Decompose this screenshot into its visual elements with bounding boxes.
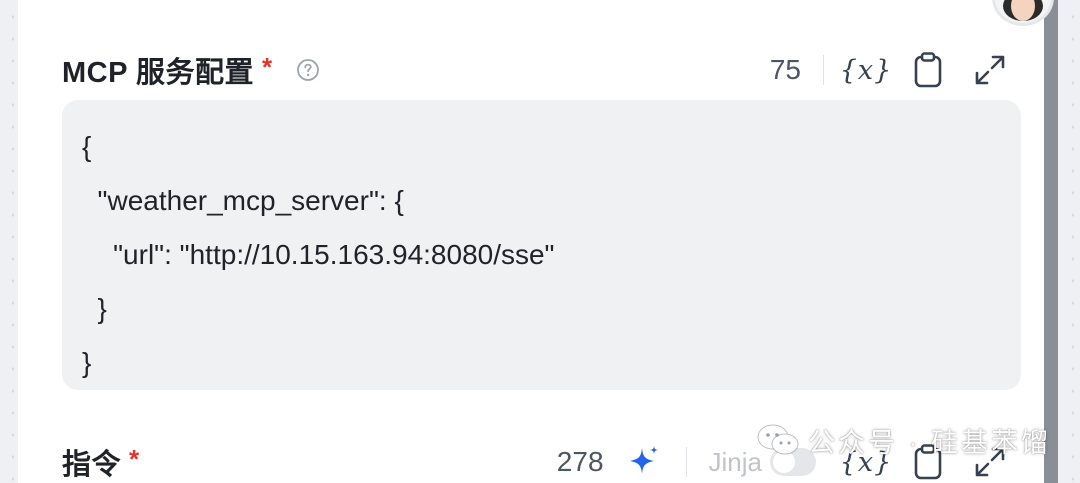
char-count: 278 bbox=[556, 446, 604, 477]
jinja-label: Jinja bbox=[708, 446, 762, 477]
divider bbox=[685, 447, 687, 477]
divider bbox=[823, 55, 824, 85]
required-mark: * bbox=[129, 443, 140, 474]
question-circle-icon[interactable] bbox=[296, 58, 320, 82]
watermark: 公众号 · 硅基苯馏 bbox=[756, 420, 1051, 460]
clipboard-icon[interactable] bbox=[908, 50, 948, 90]
expand-icon[interactable] bbox=[970, 50, 1010, 90]
char-count: 75 bbox=[769, 54, 801, 85]
mcp-config-label: MCP 服务配置 bbox=[62, 57, 254, 89]
variable-icon[interactable]: {x} bbox=[840, 50, 892, 90]
instruction-label: 指令 bbox=[62, 449, 122, 481]
watermark-text: 公众号 · 硅基苯馏 bbox=[808, 427, 1051, 458]
panel-scrollbar[interactable] bbox=[1044, 0, 1058, 483]
required-mark: * bbox=[261, 51, 273, 82]
mcp-config-editor[interactable]: { "weather_mcp_server": { "url": "http:/… bbox=[62, 100, 1021, 390]
canvas-background-right bbox=[1058, 0, 1080, 483]
canvas-background-left bbox=[0, 0, 18, 483]
mcp-config-code[interactable]: { "weather_mcp_server": { "url": "http:/… bbox=[62, 100, 1021, 390]
wechat-icon bbox=[757, 424, 799, 455]
sparkle-icon[interactable] bbox=[624, 442, 664, 482]
mcp-config-toolbar: 75 {x} bbox=[770, 50, 1010, 90]
mcp-config-header: MCP 服务配置 * 75 {x} bbox=[62, 50, 1010, 90]
